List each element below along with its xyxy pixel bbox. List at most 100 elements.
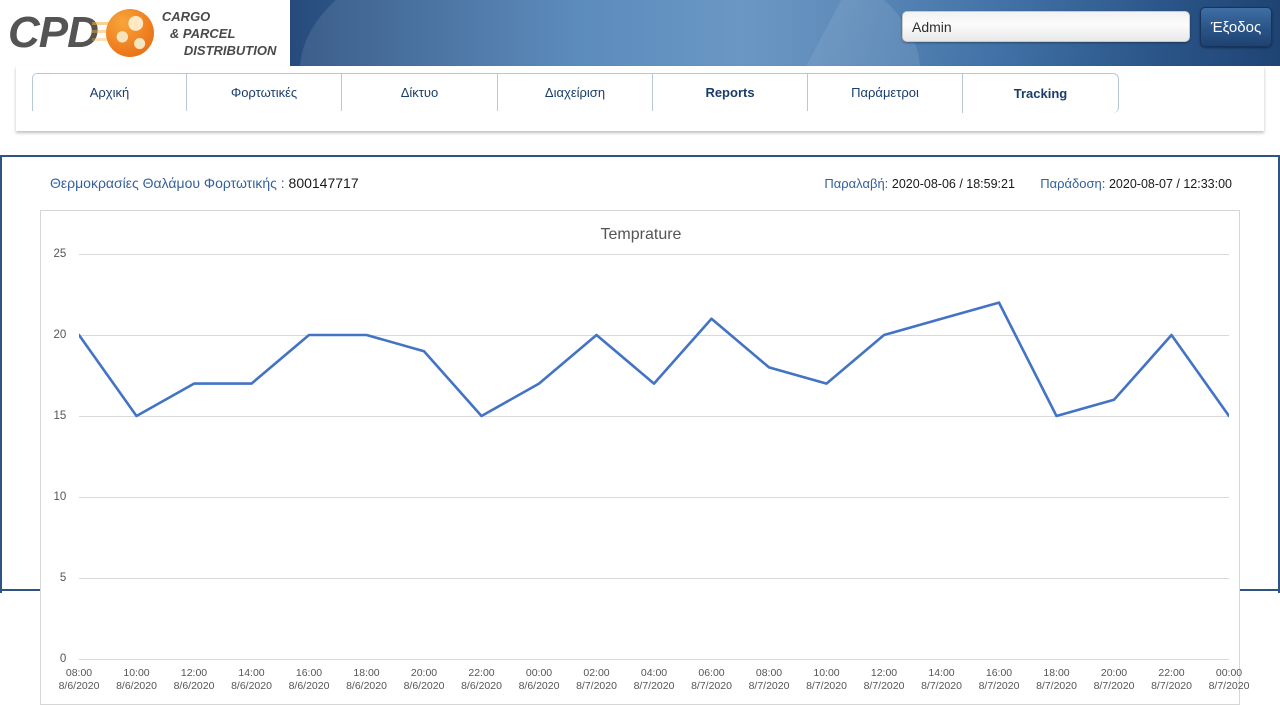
- logo-tagline-line2: & PARCEL: [169, 25, 236, 41]
- panel-border-left: [0, 157, 2, 593]
- x-axis-tick-date: 8/7/2020: [633, 680, 675, 692]
- main-navigation: Αρχική Φορτωτικές Δίκτυο Διαχείριση Reports Π…: [16, 66, 1264, 131]
- x-axis-tick-date: 8/6/2020: [403, 680, 445, 692]
- x-axis-tick-time: 18:00: [1043, 667, 1070, 679]
- app-header: CPD CARGO & PARCEL DISTRIBUTION Admin Έξ…: [0, 0, 1280, 66]
- nav-tab-6[interactable]: Παράμετροι: [807, 73, 963, 111]
- shipment-info-row: Θερμοκρασίες Θαλάμου Φορτωτικής : 800147…: [0, 175, 1280, 197]
- globe-icon: [91, 3, 158, 63]
- x-axis-tick-label: 12:00 8/6/2020: [174, 667, 215, 693]
- x-axis-tick-time: 10:00: [813, 667, 840, 679]
- x-axis-tick-date: 8/6/2020: [461, 680, 502, 692]
- page-title: Θερμοκρασίες Θαλάμου Φορτωτικής : 800147…: [50, 175, 359, 191]
- x-axis-tick-label: 22:00 8/7/2020: [1151, 667, 1192, 693]
- nav-tab-label: Παράμετροι: [851, 85, 919, 100]
- x-axis-tick-date: 8/7/2020: [691, 680, 732, 692]
- nav-tab-label: Διαχείριση: [544, 85, 606, 100]
- x-axis-tick-label: 18:00 8/6/2020: [346, 667, 387, 693]
- x-axis-tick-date: 8/7/2020: [921, 680, 962, 692]
- x-axis-tick-date: 8/6/2020: [58, 680, 100, 692]
- logout-button[interactable]: Έξοδος: [1200, 7, 1272, 47]
- globe-sphere: [105, 9, 154, 57]
- x-axis-tick-time: 04:00: [640, 667, 668, 679]
- logo-cpd-text: CPD: [8, 8, 99, 57]
- x-axis-tick-date: 8/6/2020: [231, 680, 272, 692]
- delivery-label: Παράδοση:: [1040, 176, 1106, 191]
- nav-wrapper: Αρχική Φορτωτικές Δίκτυο Διαχείριση Reports Π…: [0, 66, 1280, 151]
- x-axis-tick-time: 02:00: [583, 667, 610, 679]
- nav-tab-7[interactable]: Tracking: [962, 73, 1119, 113]
- pickup-value: 2020-08-06 / 18:59:21: [891, 177, 1015, 191]
- x-axis-tick-date: 8/6/2020: [173, 680, 215, 692]
- x-axis-tick-time: 12:00: [870, 667, 898, 679]
- x-axis-tick-time: 16:00: [295, 667, 323, 679]
- x-axis-tick-time: 00:00: [1215, 667, 1243, 679]
- x-axis-tick-time: 16:00: [985, 667, 1013, 679]
- x-axis-tick-time: 22:00: [1158, 667, 1185, 679]
- nav-tab-label: Tracking: [1013, 86, 1068, 101]
- delivery-value: 2020-08-07 / 12:33:00: [1108, 177, 1232, 191]
- y-axis-tick-label: 20: [53, 329, 67, 341]
- x-axis-tick-label: 04:00 8/7/2020: [634, 667, 675, 693]
- nav-tab-5[interactable]: Reports: [652, 73, 808, 111]
- y-axis-tick-label: 5: [59, 572, 67, 584]
- x-axis-tick-date: 8/7/2020: [1093, 680, 1135, 692]
- x-axis-tick-date: 8/7/2020: [1036, 680, 1077, 692]
- x-axis-tick-label: 10:00 8/6/2020: [116, 667, 157, 693]
- x-axis-tick-time: 22:00: [468, 667, 495, 679]
- logo-tagline-line3: DISTRIBUTION: [183, 42, 277, 58]
- x-axis-tick-time: 00:00: [525, 667, 553, 679]
- x-axis-tick-label: 16:00 8/7/2020: [979, 667, 1020, 693]
- nav-tab-4[interactable]: Διαχείριση: [497, 73, 653, 111]
- x-axis-tick-time: 06:00: [698, 667, 725, 679]
- x-axis-tick-time: 08:00: [65, 667, 93, 679]
- x-axis-tick-label: 14:00 8/6/2020: [231, 667, 272, 693]
- nav-tab-2[interactable]: Φορτωτικές: [186, 73, 342, 111]
- x-axis-tick-time: 18:00: [353, 667, 380, 679]
- x-axis-tick-label: 14:00 8/7/2020: [921, 667, 962, 693]
- pickup-label: Παραλαβή:: [824, 176, 889, 191]
- x-axis-tick-time: 10:00: [123, 667, 150, 679]
- chart-title: Temprature: [600, 226, 682, 243]
- nav-tab-label: Reports: [705, 85, 755, 100]
- x-axis-tick-time: 20:00: [1100, 667, 1128, 679]
- x-axis-tick-label: 08:00 8/7/2020: [749, 667, 790, 693]
- x-axis-tick-label: 06:00 8/7/2020: [691, 667, 732, 693]
- x-axis-tick-date: 8/6/2020: [116, 680, 157, 692]
- username-field[interactable]: Admin: [902, 11, 1190, 42]
- temperature-polyline: [79, 301, 1229, 418]
- nav-tab-3[interactable]: Δίκτυο: [341, 73, 498, 111]
- x-axis-tick-label: 20:00 8/6/2020: [404, 667, 445, 693]
- nav-tab-label: Δίκτυο: [400, 85, 439, 100]
- y-axis-tick-label: 15: [53, 410, 67, 422]
- logo-tagline: CARGO & PARCEL DISTRIBUTION: [162, 8, 276, 59]
- x-axis-tick-date: 8/7/2020: [748, 680, 790, 692]
- x-axis-tick-label: 08:00 8/6/2020: [59, 667, 100, 693]
- x-axis-tick-time: 20:00: [410, 667, 438, 679]
- x-axis-tick-date: 8/7/2020: [806, 680, 847, 692]
- x-axis-tick-date: 8/6/2020: [288, 680, 330, 692]
- x-axis-tick-label: 20:00 8/7/2020: [1094, 667, 1135, 693]
- x-axis-tick-label: 22:00 8/6/2020: [461, 667, 502, 693]
- x-axis-tick-label: 00:00 8/7/2020: [1209, 667, 1250, 693]
- temperature-line-series: [79, 301, 1229, 418]
- x-axis-tick-label: 10:00 8/7/2020: [806, 667, 847, 693]
- temperature-chart-card: Temprature 0 5 10 15 20 25 08:00 8/6/2020 10:00 8…: [40, 210, 1249, 705]
- page-title-label: Θερμοκρασίες Θαλάμου Φορτωτικής :: [50, 175, 289, 191]
- x-axis-tick-label: 02:00 8/7/2020: [576, 667, 617, 693]
- x-axis-tick-date: 8/6/2020: [346, 680, 387, 692]
- x-axis-tick-date: 8/7/2020: [863, 680, 905, 692]
- x-axis-tick-date: 8/7/2020: [1208, 680, 1250, 692]
- x-axis-tick-time: 14:00: [238, 667, 265, 679]
- nav-tab-1[interactable]: Αρχική: [32, 73, 187, 111]
- x-axis-tick-label: 00:00 8/6/2020: [519, 667, 560, 693]
- shipment-dates: Παραλαβή: 2020-08-06 / 18:59:21 Παράδοση…: [824, 176, 1232, 191]
- content-panel: Θερμοκρασίες Θαλάμου Φορτωτικής : 800147…: [0, 155, 1280, 705]
- brand-logo[interactable]: CPD CARGO & PARCEL DISTRIBUTION: [0, 0, 290, 66]
- header-sheen-left: [300, 0, 920, 66]
- chart-gridline: [79, 659, 1229, 660]
- x-axis-tick-time: 14:00: [928, 667, 955, 679]
- x-axis-tick-label: 18:00 8/7/2020: [1036, 667, 1077, 693]
- x-axis-tick-label: 12:00 8/7/2020: [864, 667, 905, 693]
- y-axis-tick-label: 0: [59, 653, 67, 665]
